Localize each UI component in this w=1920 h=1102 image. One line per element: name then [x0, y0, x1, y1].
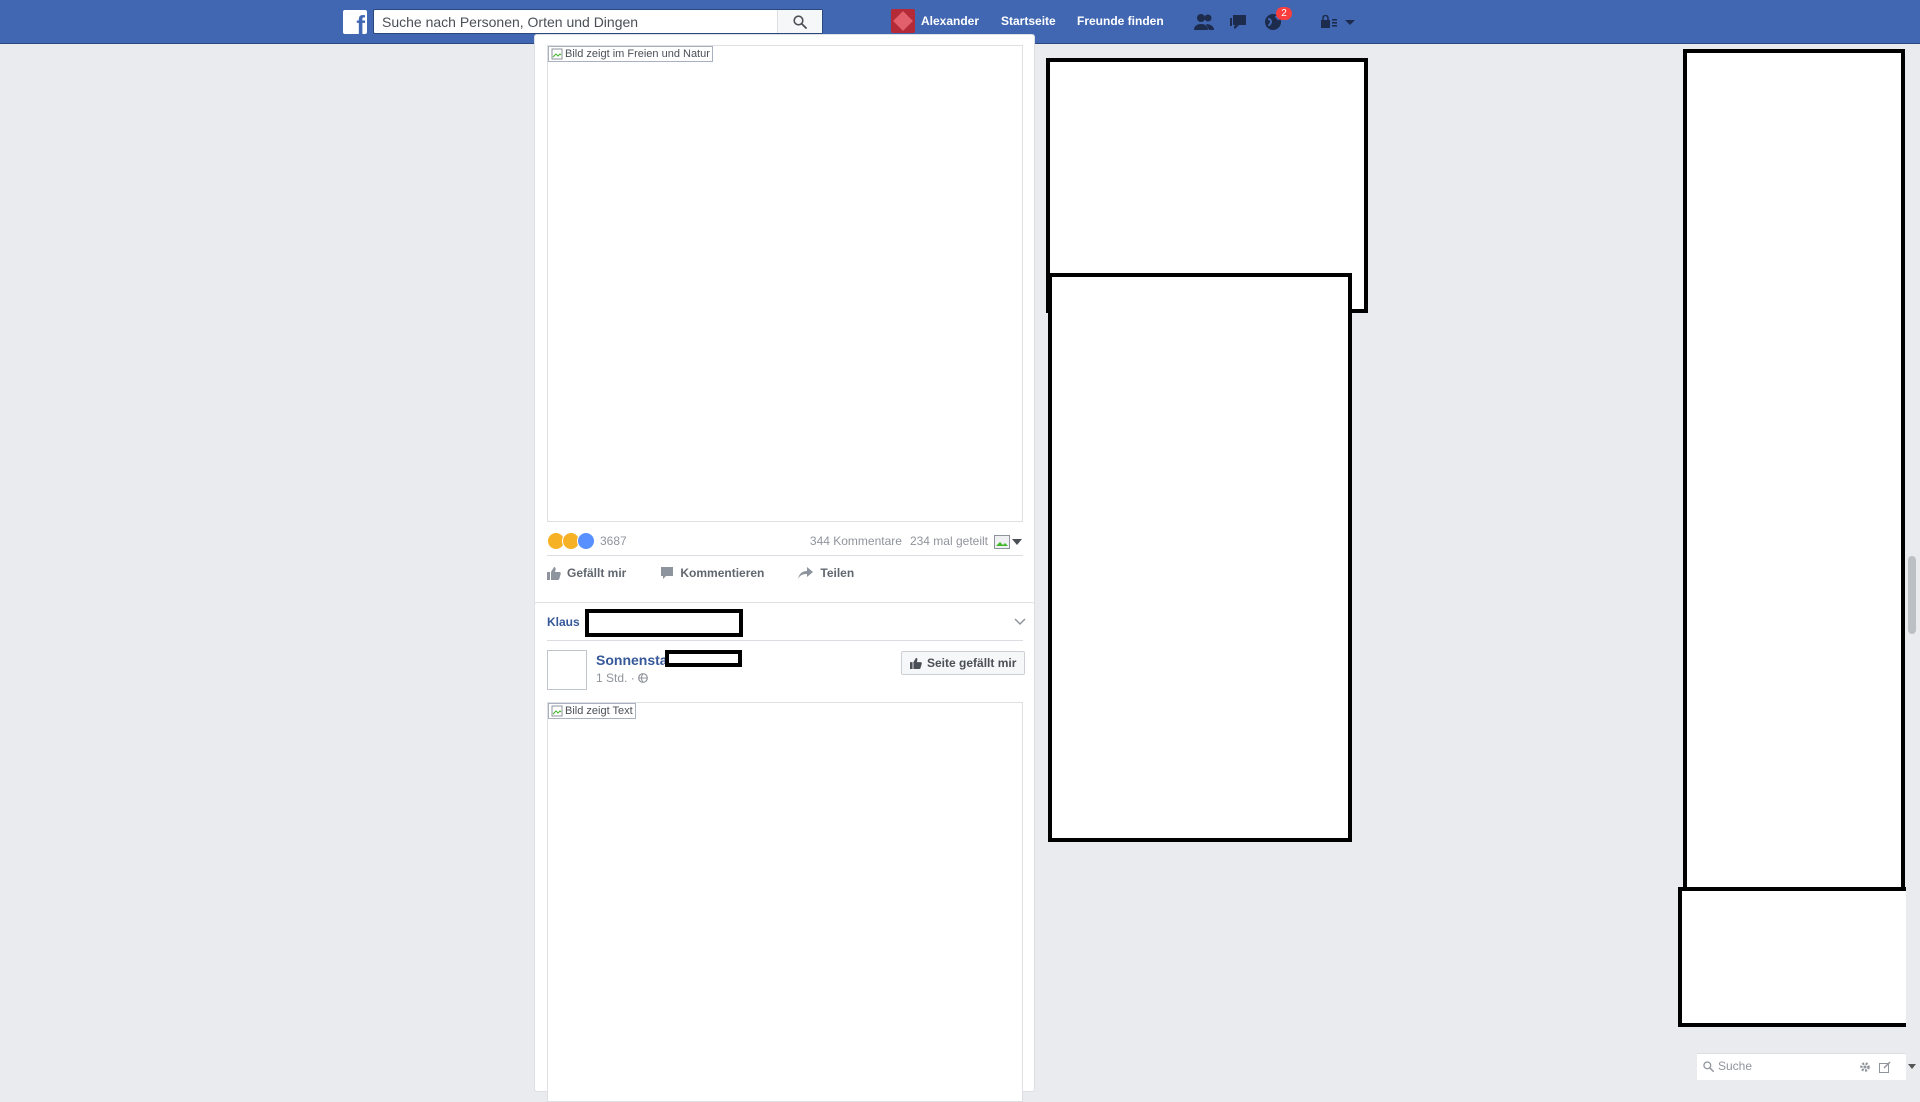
redacted-chat-box — [1678, 887, 1917, 1027]
search-input[interactable] — [374, 10, 779, 33]
like-page-button[interactable]: Seite gefällt mir — [901, 651, 1026, 675]
facebook-logo-icon[interactable]: f — [343, 10, 367, 34]
gear-icon[interactable] — [1858, 1060, 1872, 1074]
globe-icon — [637, 673, 648, 683]
avatar — [891, 9, 915, 33]
chat-search-bar — [1697, 1053, 1906, 1080]
friend-name-link[interactable]: Klaus — [547, 615, 580, 629]
news-feed: Bild zeigt im Freien und Natur 3687 344 … — [534, 34, 1035, 1102]
thumbs-up-icon — [910, 657, 922, 669]
page-avatar[interactable] — [547, 650, 587, 690]
comment-button[interactable]: Kommentieren — [660, 566, 764, 580]
page-image-icon — [994, 535, 1010, 549]
image-alt-text: Bild zeigt Text — [565, 705, 633, 717]
shares-count-link[interactable]: 234 mal geteilt — [910, 534, 988, 548]
messages-icon[interactable] — [1227, 10, 1251, 34]
friend-requests-icon[interactable] — [1192, 10, 1216, 34]
thumbs-up-icon — [547, 567, 561, 580]
chat-search-input[interactable] — [1718, 1059, 1828, 1073]
post-actions: Gefällt mir Kommentieren Teilen — [547, 566, 854, 580]
profile-link[interactable]: Alexander — [891, 9, 979, 33]
post-as-selector[interactable] — [994, 535, 1022, 549]
home-link[interactable]: Startseite — [1001, 14, 1056, 28]
divider — [547, 555, 1023, 556]
comment-label: Kommentieren — [680, 566, 765, 580]
broken-image-placeholder: Bild zeigt Text — [548, 703, 636, 719]
scroll-down-arrow-icon[interactable] — [1908, 1064, 1916, 1069]
post-image[interactable]: Bild zeigt Text — [547, 702, 1023, 1102]
like-label: Gefällt mir — [567, 566, 627, 580]
notifications-badge: 2 — [1276, 7, 1292, 20]
search-box — [373, 9, 823, 34]
page-name-link[interactable]: Sonnensta — [596, 652, 668, 668]
chevron-down-icon[interactable] — [1014, 618, 1026, 626]
feed-post: Bild zeigt im Freien und Natur 3687 344 … — [534, 34, 1035, 636]
divider — [547, 640, 1023, 641]
post-stats: 344 Kommentare 234 mal geteilt — [810, 534, 988, 548]
comment-icon — [661, 567, 674, 579]
find-friends-link[interactable]: Freunde finden — [1077, 14, 1164, 28]
privacy-shortcuts-icon[interactable] — [1317, 10, 1357, 34]
new-message-icon[interactable] — [1878, 1060, 1892, 1074]
search-button[interactable] — [777, 10, 822, 33]
redacted-area — [665, 650, 742, 667]
chat-search[interactable] — [1703, 1059, 1828, 1073]
search-icon — [793, 14, 807, 29]
scrollbar-thumb[interactable] — [1908, 556, 1916, 634]
broken-image-icon — [551, 48, 563, 60]
chevron-down-icon — [1012, 539, 1022, 545]
share-button[interactable]: Teilen — [798, 566, 854, 580]
post-timestamp[interactable]: 1 Std. · — [596, 671, 648, 685]
image-alt-text: Bild zeigt im Freien und Natur — [565, 48, 710, 60]
timestamp-text: 1 Std. · — [596, 671, 635, 685]
like-reaction-icon — [577, 532, 595, 550]
redacted-sidebar-box — [1048, 273, 1352, 842]
broken-image-placeholder: Bild zeigt im Freien und Natur — [548, 46, 713, 62]
feed-post: Klaus Sonnensta 1 Std. · Seite gefällt m… — [534, 602, 1035, 1102]
broken-image-icon — [551, 705, 563, 717]
search-icon — [1703, 1060, 1714, 1072]
redacted-area — [585, 609, 743, 637]
post-image[interactable]: Bild zeigt im Freien und Natur — [547, 45, 1023, 522]
reactions-count: 3687 — [600, 534, 627, 548]
like-button[interactable]: Gefällt mir — [547, 566, 626, 580]
like-page-label: Seite gefällt mir — [927, 656, 1017, 670]
redacted-chat-list — [1683, 49, 1905, 891]
user-name: Alexander — [921, 14, 980, 28]
share-arrow-icon — [798, 567, 814, 579]
reactions-summary[interactable]: 3687 — [547, 532, 627, 550]
share-label: Teilen — [820, 566, 855, 580]
comments-count-link[interactable]: 344 Kommentare — [810, 534, 902, 548]
